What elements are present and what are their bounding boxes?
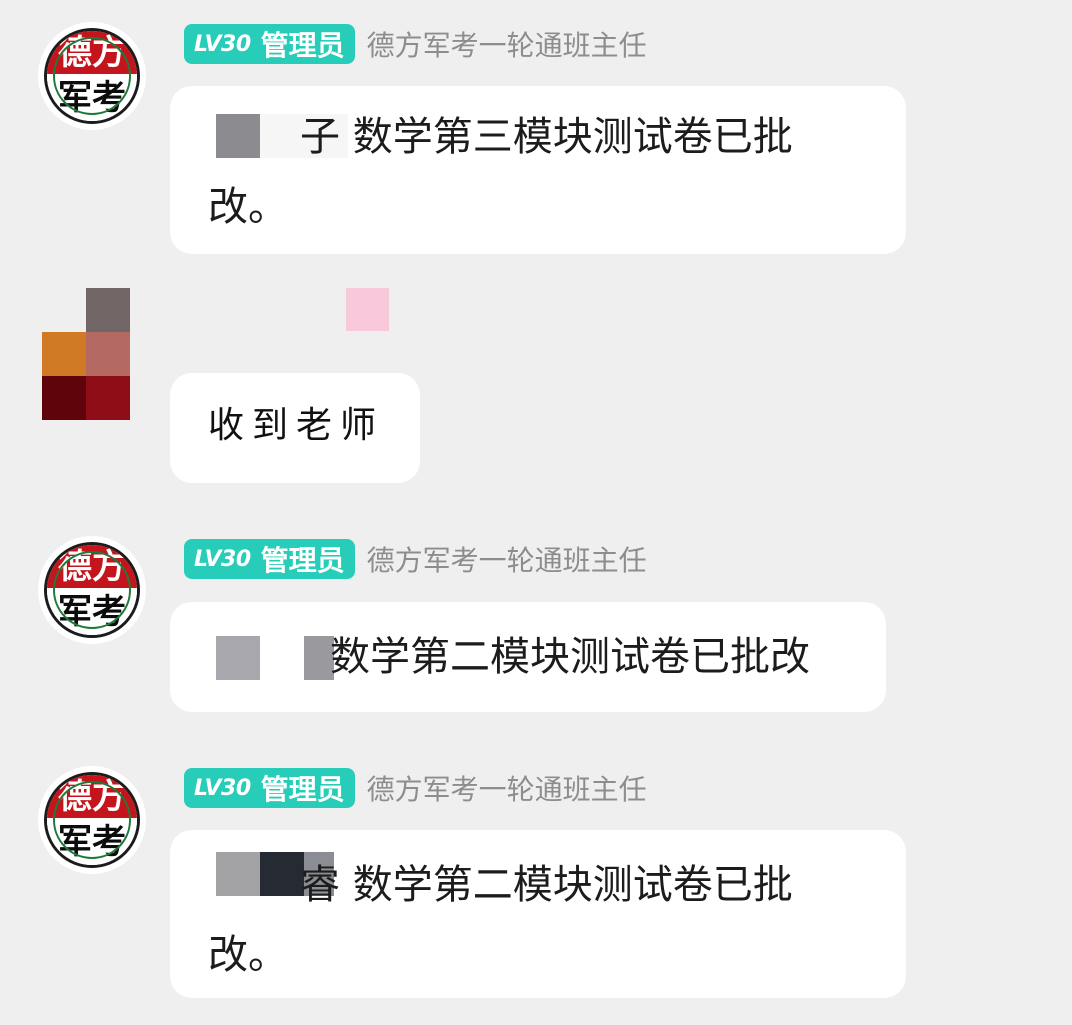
message-text: 子 数学第三模块测试卷已批 xyxy=(300,114,793,160)
role-label: 管理员 xyxy=(260,544,345,577)
message-text: 改。 xyxy=(208,184,288,230)
logo-icon: 德方 军考 xyxy=(44,772,140,868)
level-label: LV30 xyxy=(194,546,251,572)
sender-title: 德方军考一轮通班主任 xyxy=(366,544,647,577)
message-bubble[interactable]: 睿 数学第二模块测试卷已批 改。 xyxy=(170,830,906,998)
avatar[interactable]: 德方 军考 xyxy=(38,22,146,130)
avatar[interactable]: 德方 军考 xyxy=(38,536,146,644)
logo-icon: 德方 军考 xyxy=(44,542,140,638)
level-label: LV30 xyxy=(194,775,251,801)
message-bubble[interactable]: 子 数学第三模块测试卷已批 改。 xyxy=(170,86,906,254)
sender-header: LV30 管理员 德方军考一轮通班主任 xyxy=(184,539,647,579)
message-text: 改。 xyxy=(208,932,288,978)
sender-header: LV30 管理员 德方军考一轮通班主任 xyxy=(184,24,647,64)
level-badge: LV30 管理员 xyxy=(184,24,355,64)
message-text: 收到老师 xyxy=(208,405,385,446)
level-badge: LV30 管理员 xyxy=(184,768,355,808)
message-text: 睿 数学第二模块测试卷已批 xyxy=(300,862,793,908)
sender-title: 德方军考一轮通班主任 xyxy=(366,29,647,62)
sender-header: LV30 管理员 德方军考一轮通班主任 xyxy=(184,768,647,808)
level-badge: LV30 管理员 xyxy=(184,539,355,579)
message-text: 数学第二模块测试卷已批改 xyxy=(330,634,810,680)
sender-title: 德方军考一轮通班主任 xyxy=(366,773,647,806)
avatar[interactable]: 德方 军考 xyxy=(38,766,146,874)
message-bubble[interactable]: 数学第二模块测试卷已批改 xyxy=(170,602,886,712)
role-label: 管理员 xyxy=(260,29,345,62)
logo-icon: 德方 军考 xyxy=(44,28,140,124)
role-label: 管理员 xyxy=(260,773,345,806)
level-label: LV30 xyxy=(194,31,251,57)
message-bubble[interactable]: 收到老师 xyxy=(170,373,420,483)
